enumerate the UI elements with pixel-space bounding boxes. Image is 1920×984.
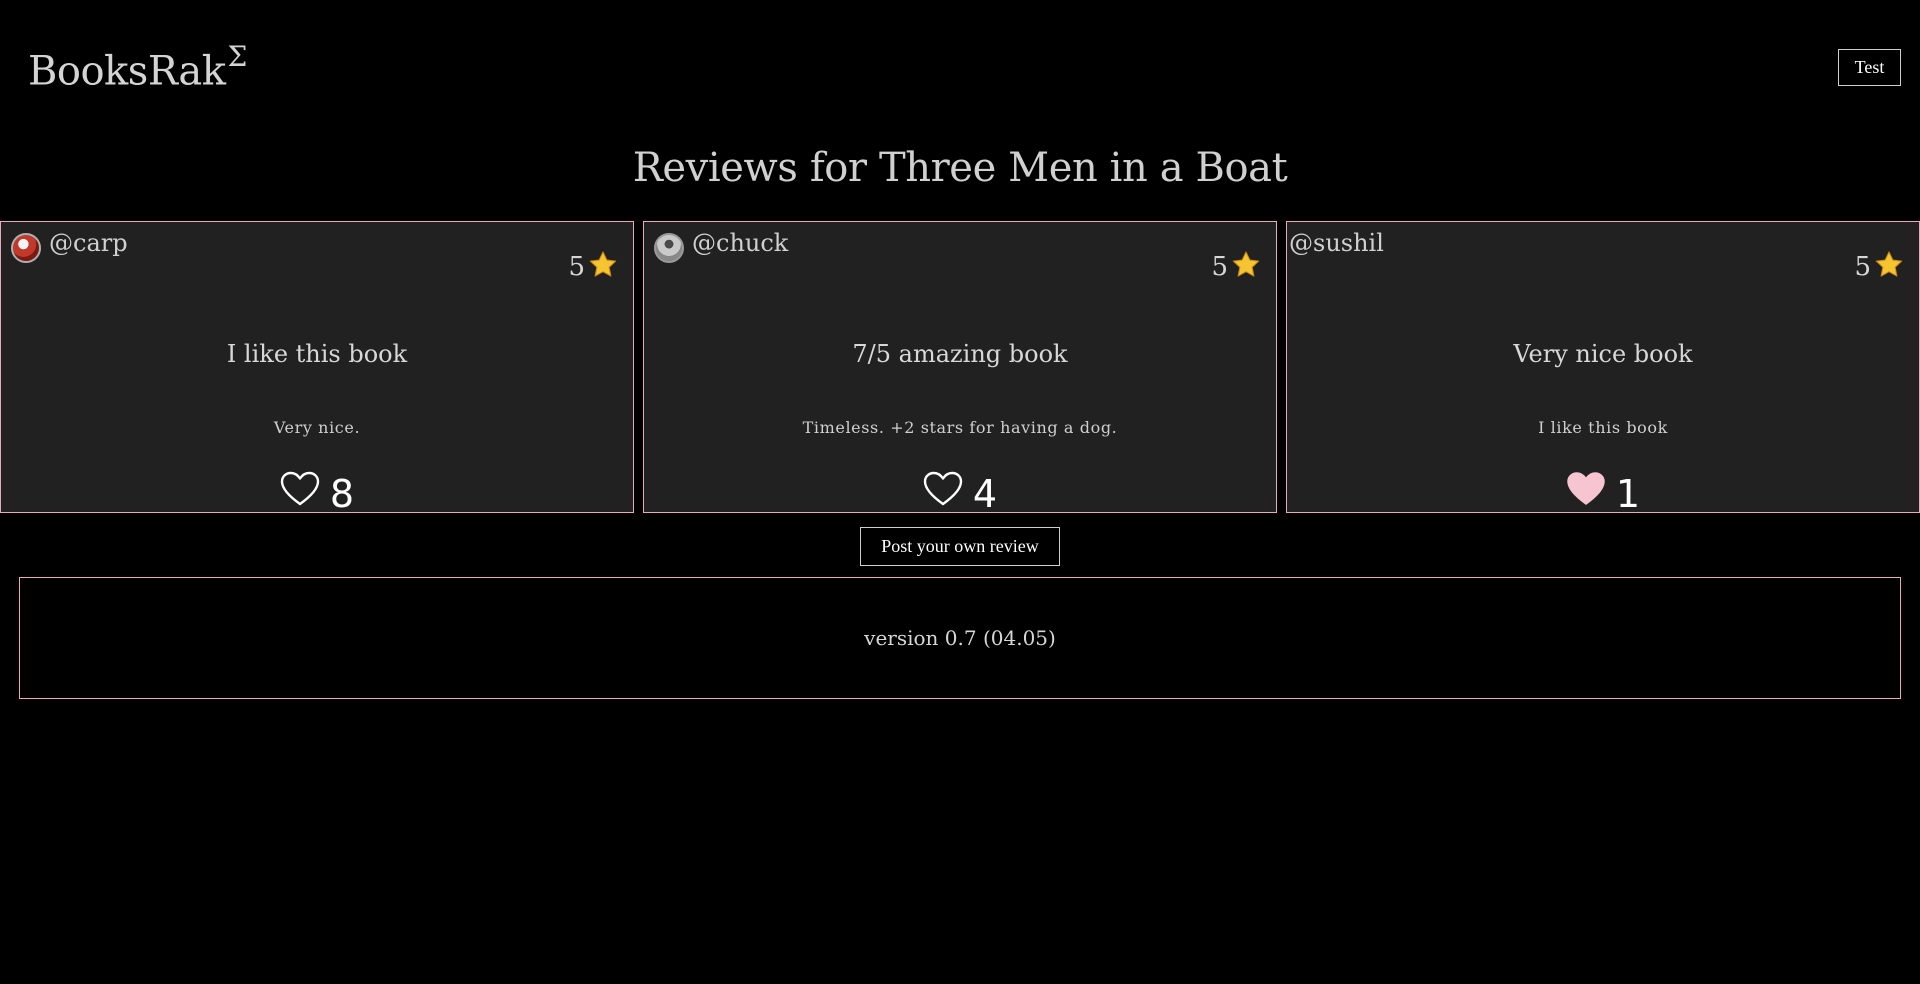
review-body: I like this book xyxy=(1538,418,1668,437)
review-title: 7/5 amazing book xyxy=(852,340,1068,368)
review-author[interactable]: @chuck xyxy=(644,222,788,266)
review-card: @carp 5 I like this book Very nice. 8 xyxy=(0,221,634,516)
username[interactable]: @sushil xyxy=(1289,229,1384,257)
review-author[interactable]: @carp xyxy=(1,222,128,266)
rating-value: 5 xyxy=(1211,252,1228,282)
page-title: Reviews for Three Men in a Boat xyxy=(632,145,1288,191)
logo-sigma: Σ xyxy=(227,40,247,73)
username[interactable]: @carp xyxy=(49,229,128,257)
review-rating: 5 xyxy=(1854,251,1905,282)
footer: version 0.7 (04.05) xyxy=(19,577,1901,699)
version-label: version 0.7 (04.05) xyxy=(864,626,1056,650)
review-rating: 5 xyxy=(1211,251,1262,282)
like-control: 4 xyxy=(644,462,1276,516)
review-title: I like this book xyxy=(226,340,408,368)
heart-filled-icon[interactable] xyxy=(1566,471,1606,507)
logo[interactable]: BooksRakΣ xyxy=(28,40,247,95)
review-body: Timeless. +2 stars for having a dog. xyxy=(802,418,1118,437)
review-card: @chuck 5 7/5 amazing book Timeless. +2 s… xyxy=(643,221,1277,516)
user-menu-button[interactable]: Test xyxy=(1838,49,1901,86)
avatar xyxy=(654,233,684,263)
reviews-list: @carp 5 I like this book Very nice. 8 @c… xyxy=(0,221,1920,516)
heart-outline-icon[interactable] xyxy=(923,471,963,507)
review-author[interactable]: @sushil xyxy=(1287,222,1384,266)
review-title: Very nice book xyxy=(1513,340,1693,368)
star-icon xyxy=(1232,251,1260,277)
review-body: Very nice. xyxy=(273,418,361,437)
rating-value: 5 xyxy=(568,252,585,282)
star-icon xyxy=(589,251,617,277)
like-control: 8 xyxy=(1,462,633,516)
rating-value: 5 xyxy=(1854,252,1871,282)
like-control: 1 xyxy=(1287,462,1919,516)
avatar xyxy=(11,233,41,263)
review-rating: 5 xyxy=(568,251,619,282)
header: BooksRakΣ Test xyxy=(0,0,1920,140)
review-card: @sushil 5 Very nice book I like this boo… xyxy=(1286,221,1920,516)
post-review-button[interactable]: Post your own review xyxy=(860,527,1060,566)
heart-outline-icon[interactable] xyxy=(280,471,320,507)
like-count: 1 xyxy=(1615,472,1641,516)
like-count: 8 xyxy=(329,472,355,516)
username[interactable]: @chuck xyxy=(692,229,788,257)
logo-text: BooksRak xyxy=(28,48,226,95)
like-count: 4 xyxy=(972,472,998,516)
star-icon xyxy=(1875,251,1903,277)
